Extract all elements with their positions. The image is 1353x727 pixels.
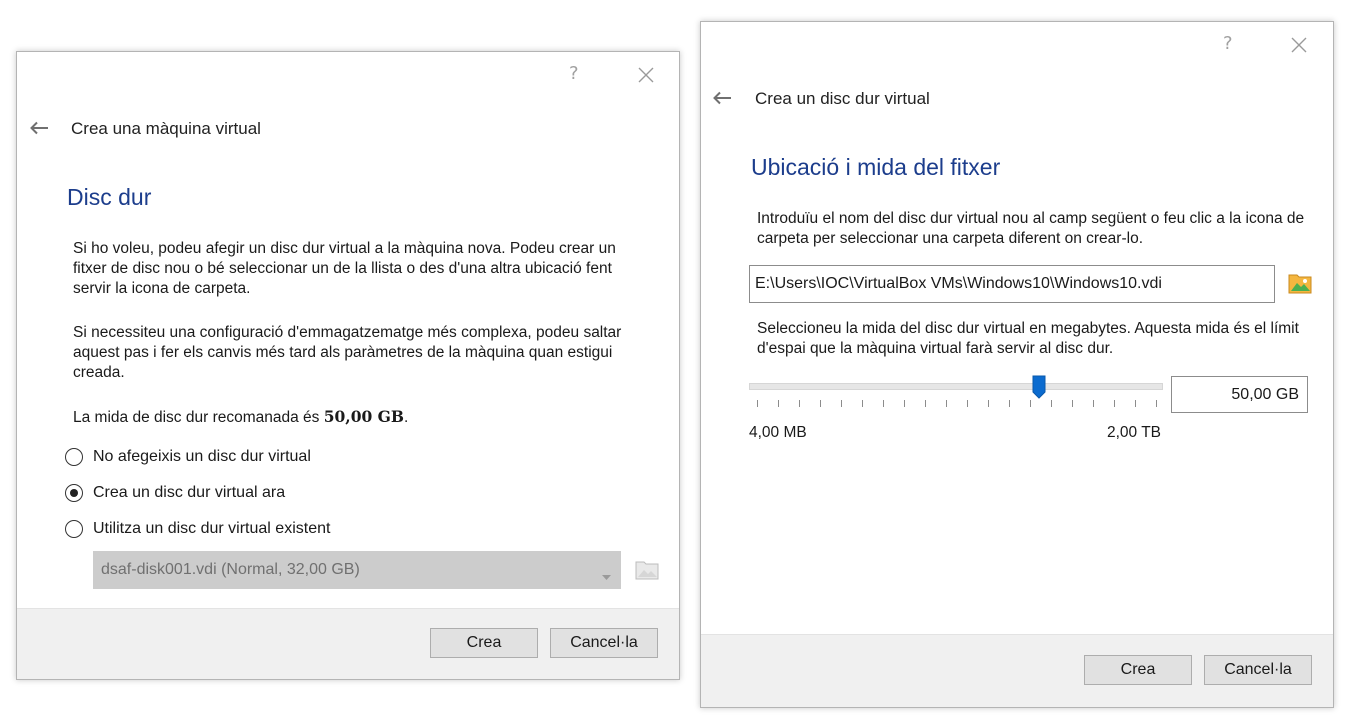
close-icon[interactable]	[637, 66, 655, 84]
section-title: Ubicació i mida del fitxer	[751, 154, 1001, 180]
create-button[interactable]: Crea	[1084, 655, 1192, 685]
intro-paragraph: Si ho voleu, podeu afegir un disc dur vi…	[73, 240, 616, 297]
slider-tick	[883, 400, 884, 407]
slider-thumb[interactable]	[1032, 375, 1046, 399]
recommended-prefix: La mida de disc dur recomanada és	[73, 409, 324, 426]
slider-tick	[925, 400, 926, 407]
recommended-size-text: La mida de disc dur recomanada és 50,00 …	[73, 407, 653, 428]
slider-tick	[1030, 400, 1031, 407]
slider-tick	[820, 400, 821, 407]
slider-tick	[904, 400, 905, 407]
wizard-title: Crea una màquina virtual	[71, 119, 261, 138]
existing-disk-select: dsaf-disk001.vdi (Normal, 32,00 GB)	[93, 551, 621, 589]
create-virtual-disk-dialog: ? Crea un disc dur virtual Ubicació i mi…	[700, 21, 1334, 708]
radio-label: No afegeixis un disc dur virtual	[93, 448, 311, 465]
slider-tick	[1093, 400, 1094, 407]
recommended-size-value: 50,00 GB	[323, 407, 405, 426]
help-icon[interactable]: ?	[569, 64, 579, 84]
cancel-button[interactable]: Cancel·la	[1204, 655, 1312, 685]
slider-tick	[1156, 400, 1157, 407]
slider-tick	[862, 400, 863, 407]
radio-button[interactable]	[65, 520, 83, 538]
create-button[interactable]: Crea	[430, 628, 538, 658]
folder-icon	[635, 558, 660, 581]
recommended-suffix: .	[404, 409, 409, 426]
radio-existing-disk[interactable]: Utilitza un disc dur virtual existent	[65, 520, 330, 538]
folder-icon[interactable]	[1288, 271, 1313, 295]
radio-button[interactable]	[65, 448, 83, 466]
slider-tick	[1009, 400, 1010, 407]
slider-tick	[757, 400, 758, 407]
min-size-label: 4,00 MB	[749, 424, 807, 441]
dialog-footer: Crea Cancel·la	[701, 634, 1333, 707]
size-slider-track[interactable]	[749, 383, 1163, 390]
dropdown-arrow-icon	[602, 567, 611, 585]
radio-label: Utilitza un disc dur virtual existent	[93, 520, 331, 537]
create-vm-dialog: ? Crea una màquina virtual Disc dur Si h…	[16, 51, 680, 680]
slider-tick	[988, 400, 989, 407]
existing-disk-value: dsaf-disk001.vdi (Normal, 32,00 GB)	[101, 561, 360, 578]
radio-button-checked[interactable]	[65, 484, 83, 502]
slider-tick	[946, 400, 947, 407]
slider-tick	[1135, 400, 1136, 407]
back-arrow-icon[interactable]	[29, 121, 49, 135]
radio-create-disk[interactable]: Crea un disc dur virtual ara	[65, 484, 285, 502]
slider-tick	[841, 400, 842, 407]
advanced-paragraph: Si necessiteu una configuració d'emmagat…	[73, 324, 622, 381]
back-arrow-icon[interactable]	[712, 91, 732, 105]
location-description: Introduïu el nom del disc dur virtual no…	[757, 210, 1305, 247]
radio-no-disk[interactable]: No afegeixis un disc dur virtual	[65, 448, 311, 466]
size-input[interactable]: 50,00 GB	[1171, 376, 1308, 413]
wizard-title: Crea un disc dur virtual	[755, 89, 930, 108]
cancel-button[interactable]: Cancel·la	[550, 628, 658, 658]
size-description: Seleccioneu la mida del disc dur virtual…	[757, 320, 1299, 357]
slider-tick	[1051, 400, 1052, 407]
close-icon[interactable]	[1290, 36, 1308, 54]
section-title: Disc dur	[67, 184, 152, 210]
file-path-input[interactable]: E:\Users\IOC\VirtualBox VMs\Windows10\Wi…	[749, 265, 1275, 303]
max-size-label: 2,00 TB	[1107, 424, 1162, 441]
slider-tick	[799, 400, 800, 407]
slider-tick	[778, 400, 779, 407]
dialog-footer: Crea Cancel·la	[17, 608, 679, 679]
help-icon[interactable]: ?	[1223, 34, 1233, 54]
slider-tick	[1072, 400, 1073, 407]
slider-tick	[1114, 400, 1115, 407]
slider-tick	[967, 400, 968, 407]
radio-label: Crea un disc dur virtual ara	[93, 484, 286, 501]
